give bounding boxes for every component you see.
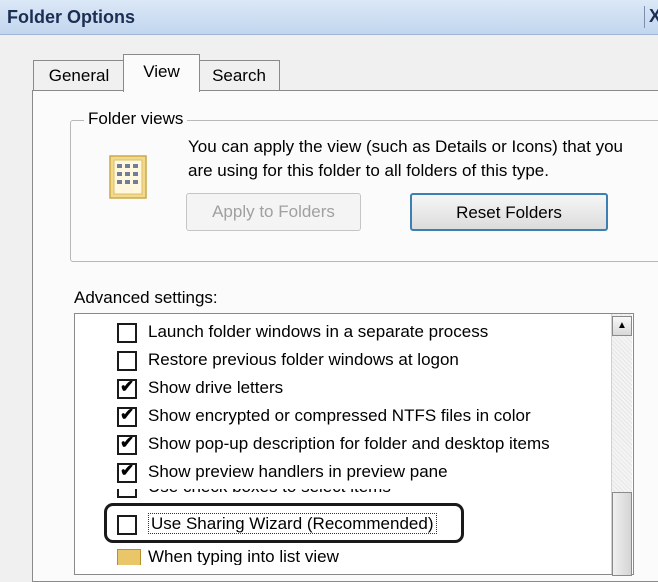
reset-folders-button[interactable]: Reset Folders [410, 193, 608, 231]
tab-general[interactable]: General [33, 60, 124, 91]
scroll-up-arrow-icon[interactable]: ▲ [612, 316, 632, 336]
advanced-settings-label: Advanced settings: [74, 288, 218, 307]
apply-to-folders-button[interactable]: Apply to Folders [186, 193, 361, 231]
checkmark-icon: ✔ [120, 433, 135, 452]
checkbox-checked[interactable]: ✔ [117, 433, 137, 455]
option-label: Use check boxes to select items [148, 489, 391, 498]
option-use-check-boxes[interactable]: Use check boxes to select items [117, 489, 497, 498]
option-label: Show preview handlers in preview pane [148, 462, 448, 481]
checkbox-checked[interactable]: ✔ [117, 461, 137, 483]
folder-view-icon [109, 155, 147, 199]
window-title: Folder Options [7, 7, 135, 27]
sharing-wizard-highlight [104, 503, 464, 543]
checkbox-checked[interactable]: ✔ [117, 405, 137, 427]
option-group-typing-list-view: When typing into list view [117, 545, 417, 565]
option-label: Restore previous folder windows at logon [148, 350, 459, 369]
advanced-settings-scrollbar[interactable]: ▲ [611, 314, 632, 576]
checkbox[interactable] [117, 351, 137, 371]
checkbox-checked[interactable]: ✔ [117, 377, 137, 399]
checkmark-icon: ✔ [120, 377, 135, 396]
option-label: Show encrypted or compressed NTFS files … [148, 406, 531, 425]
tab-view-label: View [143, 62, 180, 81]
tab-general-label: General [48, 66, 110, 85]
checkmark-icon: ✔ [120, 461, 135, 480]
tab-search-label: Search [212, 66, 266, 85]
option-label: Show pop-up description for folder and d… [148, 434, 550, 453]
tab-strip: General View Search [0, 50, 658, 92]
option-label: Launch folder windows in a separate proc… [148, 322, 489, 341]
option-group-label: When typing into list view [148, 547, 339, 565]
checkbox[interactable] [117, 489, 137, 498]
tab-search[interactable]: Search [198, 60, 280, 91]
folder-views-description: You can apply the view (such as Details … [188, 137, 623, 180]
scroll-thumb[interactable] [612, 492, 632, 576]
checkmark-icon: ✔ [120, 405, 135, 424]
checkbox[interactable] [117, 323, 137, 343]
option-label: Show drive letters [148, 378, 284, 397]
folder-views-legend: Folder views [84, 109, 188, 129]
close-button[interactable]: X [644, 6, 658, 28]
folder-icon [117, 549, 141, 565]
title-bar: Folder Options X [0, 0, 658, 35]
tab-view[interactable]: View [123, 54, 200, 92]
